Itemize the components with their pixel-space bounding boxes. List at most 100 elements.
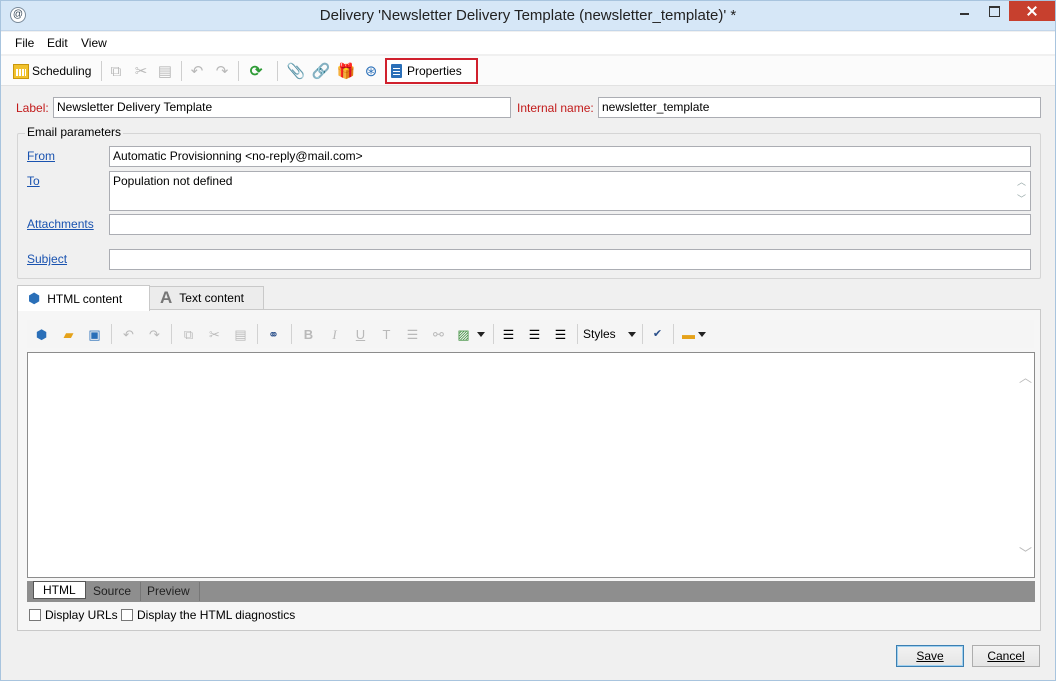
image-dropdown-icon[interactable]: [475, 326, 487, 342]
refresh-icon[interactable]: ⟳: [247, 62, 265, 80]
html-doc-icon: ⬢: [28, 290, 41, 306]
toolbar-separator: [171, 324, 172, 344]
text-size-icon[interactable]: T: [378, 326, 395, 342]
italic-icon[interactable]: I: [326, 326, 343, 342]
delivery-window: @ Delivery 'Newsletter Delivery Template…: [0, 0, 1056, 681]
cut-icon[interactable]: ✂: [132, 62, 150, 80]
save-label: Save: [916, 649, 944, 663]
scheduling-button[interactable]: Scheduling: [13, 60, 91, 82]
toolbar-separator: [257, 324, 258, 344]
cancel-label: Cancel: [987, 649, 1025, 663]
proof-icon[interactable]: ⊛: [362, 62, 380, 80]
align-left-icon[interactable]: ☰: [500, 326, 517, 342]
tab-html-content[interactable]: ⬢ HTML content: [17, 285, 150, 311]
html-diagnostics-label: Display the HTML diagnostics: [137, 608, 296, 622]
save-icon[interactable]: ▣: [86, 326, 103, 342]
toolbar-separator: [238, 61, 239, 81]
editor-scrollbar[interactable]: ︿ ﹀: [1017, 353, 1034, 577]
title-bar: @ Delivery 'Newsletter Delivery Template…: [1, 1, 1055, 31]
insert-image-icon[interactable]: ▨: [455, 326, 472, 342]
personalization-dropdown-icon[interactable]: [696, 326, 708, 342]
save-button[interactable]: Save: [896, 645, 964, 667]
menu-view[interactable]: View: [81, 36, 107, 50]
paste-icon[interactable]: ▤: [156, 62, 174, 80]
internal-name-field[interactable]: newsletter_template: [598, 97, 1041, 118]
link-icon[interactable]: ⚯: [430, 326, 447, 342]
toolbar-separator: [673, 324, 674, 344]
toolbar-separator: [493, 324, 494, 344]
email-parameters-title: Email parameters: [25, 125, 124, 139]
scroll-down-icon[interactable]: ﹀: [1019, 543, 1032, 562]
list-icon[interactable]: ☰: [404, 326, 421, 342]
spellcheck-icon[interactable]: ✔: [649, 326, 666, 342]
subject-field[interactable]: [109, 249, 1031, 270]
styles-dropdown[interactable]: Styles: [583, 324, 636, 344]
subject-link[interactable]: Subject: [27, 252, 67, 266]
undo-icon[interactable]: ↶: [188, 62, 206, 80]
attachment-icon[interactable]: 📎: [287, 62, 306, 80]
tab-html-view[interactable]: HTML: [33, 581, 86, 599]
display-urls-box[interactable]: [29, 609, 41, 621]
label-caption: Label:: [16, 101, 49, 115]
copy-icon[interactable]: ⧉: [107, 62, 125, 80]
align-right-icon[interactable]: ☰: [552, 326, 569, 342]
display-urls-label: Display URLs: [45, 608, 118, 622]
clipboard-icon: [391, 64, 402, 78]
display-urls-checkbox[interactable]: Display URLs: [29, 608, 118, 622]
label-field[interactable]: Newsletter Delivery Template: [53, 97, 511, 118]
scroll-up-icon[interactable]: ︿: [1019, 367, 1032, 386]
to-field[interactable]: Population not defined ︿ ﹀: [109, 171, 1031, 211]
properties-button[interactable]: Properties: [385, 58, 478, 84]
html-diagnostics-checkbox[interactable]: Display the HTML diagnostics: [121, 608, 295, 622]
html-diagnostics-box[interactable]: [121, 609, 133, 621]
cancel-button[interactable]: Cancel: [972, 645, 1040, 667]
cut-icon[interactable]: ✂: [206, 326, 223, 342]
text-icon: A: [160, 288, 173, 307]
open-folder-icon[interactable]: ▰: [60, 326, 77, 342]
undo-icon[interactable]: ↶: [120, 326, 137, 342]
underline-icon[interactable]: U: [352, 326, 369, 342]
redo-icon[interactable]: ↷: [213, 62, 231, 80]
scroll-up-icon[interactable]: ︿: [1014, 175, 1029, 188]
menu-bar: File Edit View: [1, 32, 1055, 54]
menu-file[interactable]: File: [15, 36, 34, 50]
menu-edit[interactable]: Edit: [47, 36, 68, 50]
chevron-down-icon: [627, 331, 636, 337]
paste-icon[interactable]: ▤: [232, 326, 249, 342]
copy-icon[interactable]: ⧉: [180, 326, 197, 342]
internal-name-caption: Internal name:: [517, 101, 594, 115]
html-editor-area[interactable]: ︿ ﹀: [27, 352, 1035, 578]
tab-source-view[interactable]: Source: [84, 582, 142, 601]
from-link[interactable]: From: [27, 149, 55, 163]
styles-label: Styles: [583, 327, 616, 341]
new-document-icon[interactable]: ⬢: [33, 326, 50, 342]
to-field-scrollbar[interactable]: ︿ ﹀: [1014, 173, 1029, 209]
find-binoculars-icon[interactable]: ⚭: [265, 326, 282, 342]
tab-text-content-label: Text content: [179, 291, 244, 305]
attachments-link[interactable]: Attachments: [27, 217, 94, 231]
minimize-button[interactable]: [949, 1, 979, 21]
close-window-button[interactable]: [1009, 1, 1055, 21]
main-toolbar: Scheduling ⧉ ✂ ▤ ↶ ↷ ⟳ 📎 🔗 🎁 ⊛ Propertie…: [1, 56, 1055, 86]
bold-icon[interactable]: B: [300, 326, 317, 342]
align-center-icon[interactable]: ☰: [526, 326, 543, 342]
toolbar-separator: [577, 324, 578, 344]
redo-icon[interactable]: ↷: [146, 326, 163, 342]
window-title: Delivery 'Newsletter Delivery Template (…: [319, 7, 737, 24]
view-mode-bar: HTML Source Preview: [27, 581, 1035, 602]
toolbar-separator: [181, 61, 182, 81]
maximize-button[interactable]: [979, 1, 1009, 21]
tab-preview-view[interactable]: Preview: [138, 582, 200, 601]
attachments-field[interactable]: [109, 214, 1031, 235]
properties-label: Properties: [407, 64, 462, 78]
gift-icon[interactable]: 🎁: [337, 62, 356, 80]
to-link[interactable]: To: [27, 174, 40, 188]
tab-text-content[interactable]: A Text content: [149, 286, 264, 309]
toolbar-separator: [277, 61, 278, 81]
from-field[interactable]: Automatic Provisionning <no-reply@mail.c…: [109, 146, 1031, 167]
link-icon[interactable]: 🔗: [312, 62, 331, 80]
personalization-icon[interactable]: ▬: [680, 326, 697, 342]
scroll-down-icon[interactable]: ﹀: [1014, 192, 1029, 205]
to-value: Population not defined: [113, 174, 233, 188]
toolbar-separator: [101, 61, 102, 81]
